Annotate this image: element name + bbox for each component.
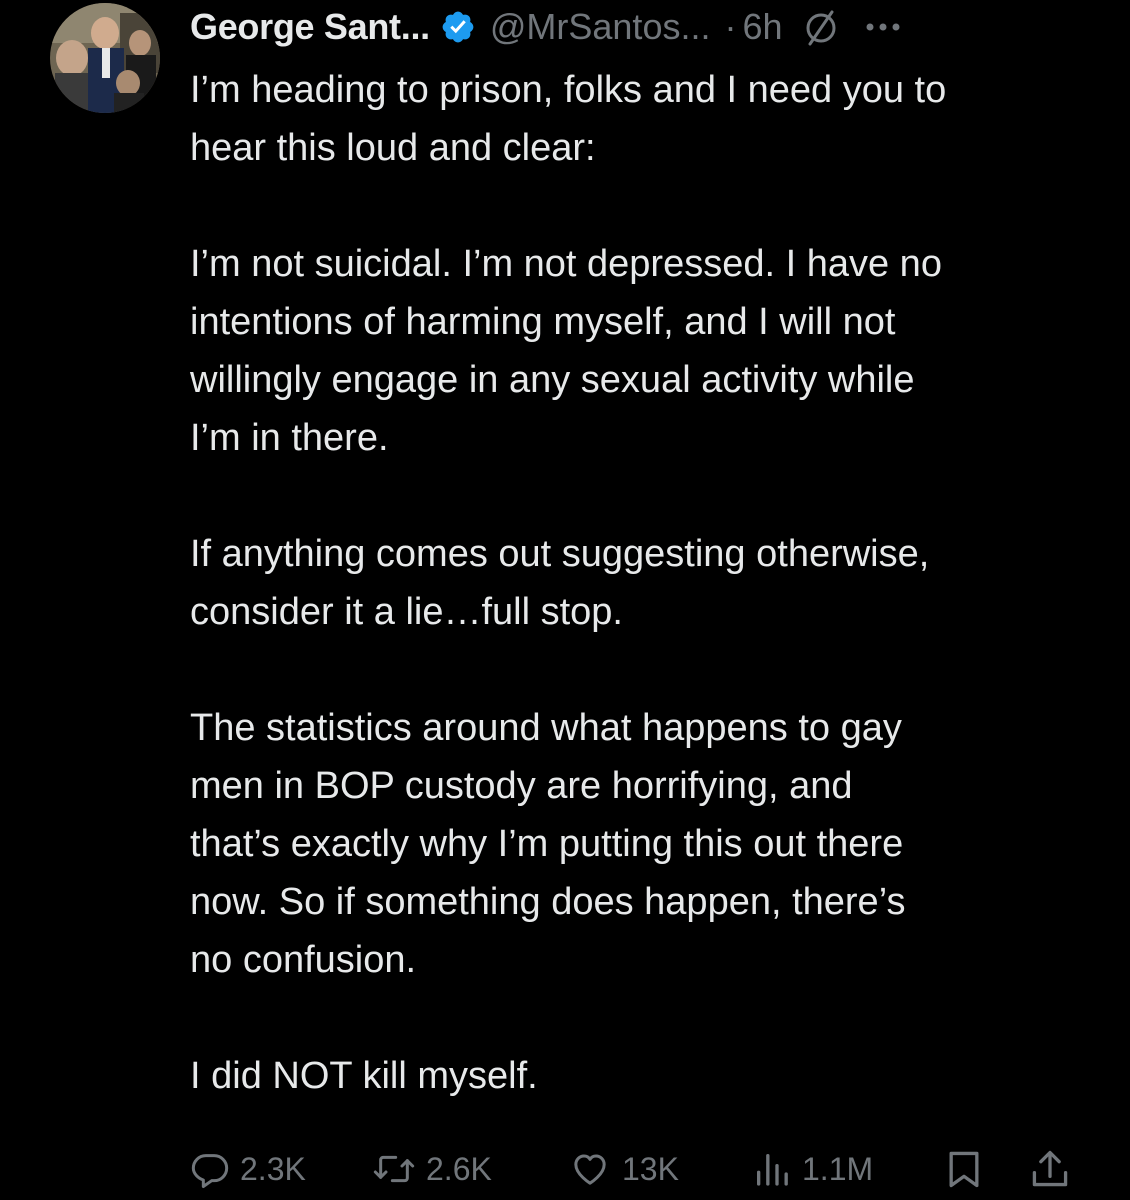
text-line: willingly engage in any sexual activity …: [190, 359, 915, 401]
bookmark-button[interactable]: [942, 1144, 986, 1194]
views-count: 1.1M: [802, 1150, 874, 1187]
heart-icon: [568, 1149, 612, 1189]
text-line: intentions of harming myself, and I will…: [190, 301, 896, 343]
timestamp[interactable]: 6h: [742, 6, 782, 48]
like-button[interactable]: 13K: [568, 1144, 679, 1194]
text-line: no confusion.: [190, 939, 417, 981]
views-button[interactable]: 1.1M: [752, 1144, 873, 1194]
repost-count: 2.6K: [426, 1150, 492, 1187]
display-name[interactable]: George Sant...: [190, 6, 430, 48]
views-chart-icon: [752, 1149, 792, 1189]
repost-icon: [372, 1149, 416, 1189]
tweet-paragraph: I’m not suicidal. I’m not depressed. I h…: [190, 235, 1100, 467]
action-bar: 2.3K 2.6K 13K 1.1M: [190, 1144, 1090, 1194]
share-icon: [1028, 1147, 1072, 1191]
separator-dot: ·: [724, 6, 737, 47]
tweet: George Sant... @MrSantos... · 6h I’m hea…: [0, 0, 1130, 1200]
reply-button[interactable]: 2.3K: [190, 1144, 306, 1194]
text-line: now. So if something does happen, there’…: [190, 881, 906, 923]
tweet-paragraph: The statistics around what happens to ga…: [190, 699, 1100, 989]
author-handle[interactable]: @MrSantos...: [490, 6, 711, 48]
share-button[interactable]: [1028, 1144, 1072, 1194]
text-line: I’m not suicidal. I’m not depressed. I h…: [190, 243, 942, 285]
tweet-header: George Sant... @MrSantos... · 6h: [190, 2, 1090, 52]
text-line: men in BOP custody are horrifying, and: [190, 765, 853, 807]
like-count: 13K: [622, 1150, 679, 1187]
text-line: hear this loud and clear:: [190, 127, 596, 169]
text-line: that’s exactly why I’m putting this out …: [190, 823, 904, 865]
reply-icon: [190, 1149, 230, 1189]
text-line: I did NOT kill myself.: [190, 1055, 538, 1097]
text-line: The statistics around what happens to ga…: [190, 707, 902, 749]
text-line: I’m heading to prison, folks and I need …: [190, 69, 947, 111]
text-line: I’m in there.: [190, 417, 389, 459]
avatar[interactable]: [50, 3, 160, 113]
hidden-reply-icon: [801, 7, 841, 47]
tweet-paragraph: I’m heading to prison, folks and I need …: [190, 61, 1100, 177]
avatar-photo: [50, 3, 160, 113]
tweet-text: I’m heading to prison, folks and I need …: [190, 61, 1100, 1105]
more-options-icon[interactable]: [861, 5, 905, 49]
reply-count: 2.3K: [240, 1150, 306, 1187]
text-line: consider it a lie…full stop.: [190, 591, 623, 633]
bookmark-icon: [942, 1147, 986, 1191]
repost-button[interactable]: 2.6K: [372, 1144, 492, 1194]
text-line: If anything comes out suggesting otherwi…: [190, 533, 930, 575]
tweet-paragraph: If anything comes out suggesting otherwi…: [190, 525, 1100, 641]
tweet-paragraph: I did NOT kill myself.: [190, 1047, 1100, 1105]
verified-badge-icon[interactable]: [440, 9, 476, 45]
